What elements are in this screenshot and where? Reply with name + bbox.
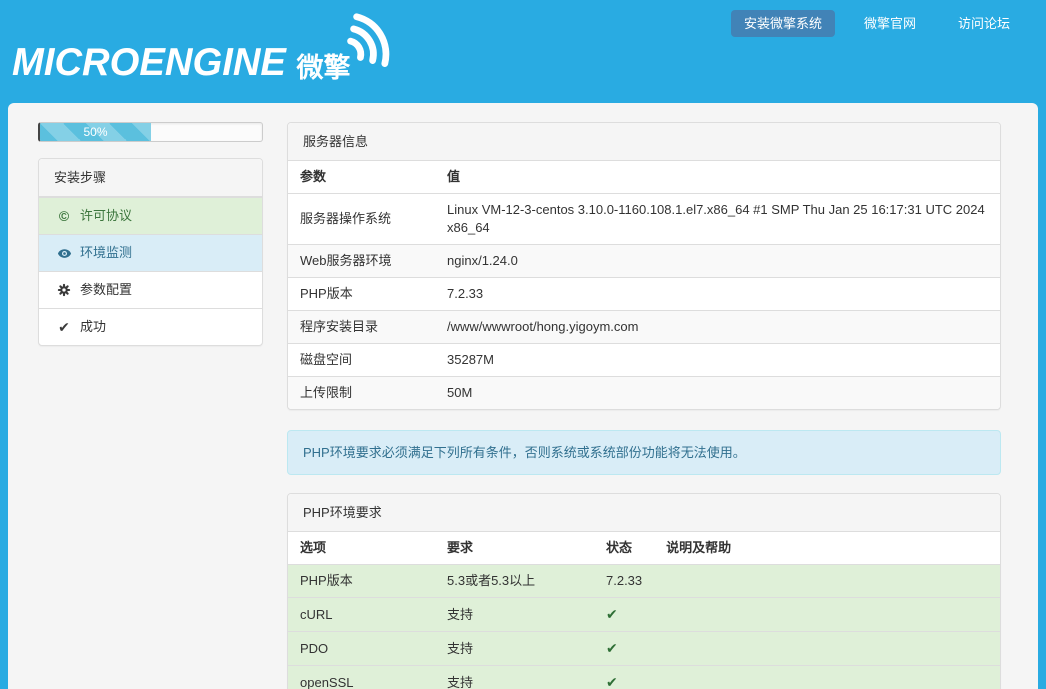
cell-option: cURL — [288, 598, 435, 632]
cell-help — [654, 632, 1000, 666]
sidebar-item-environment-check[interactable]: 环境监测 — [39, 234, 262, 271]
server-info-panel: 服务器信息 参数 值 服务器操作系统 Linux VM-12-3-centos … — [287, 122, 1001, 410]
col-param: 参数 — [288, 161, 435, 194]
cell-param: 上传限制 — [288, 377, 435, 410]
server-info-table: 参数 值 服务器操作系统 Linux VM-12-3-centos 3.10.0… — [288, 161, 1000, 409]
nav-official-site[interactable]: 微擎官网 — [851, 10, 929, 37]
content-card: 50% 安装步骤 © 许可协议 环境监测 — [8, 103, 1038, 689]
nav-forum[interactable]: 访问论坛 — [945, 10, 1023, 37]
cell-status: ✔ — [594, 598, 654, 632]
php-requirements-panel: PHP环境要求 选项 要求 状态 说明及帮助 PHP版本 5.3或者5.3以上 — [287, 493, 1001, 689]
server-info-title: 服务器信息 — [288, 123, 1000, 161]
cell-help — [654, 565, 1000, 598]
cell-status: ✔ — [594, 632, 654, 666]
progress-fill: 50% — [40, 123, 151, 141]
col-requirement: 要求 — [435, 532, 594, 565]
sidebar-item-success[interactable]: ✔ 成功 — [39, 308, 262, 345]
cell-value: Linux VM-12-3-centos 3.10.0-1160.108.1.e… — [435, 194, 1000, 245]
cell-value: /www/wwwroot/hong.yigoym.com — [435, 311, 1000, 344]
table-row: openSSL 支持 ✔ — [288, 666, 1000, 689]
cell-option: openSSL — [288, 666, 435, 689]
gear-icon — [54, 283, 74, 297]
table-row: 程序安装目录 /www/wwwroot/hong.yigoym.com — [288, 311, 1000, 344]
cell-help — [654, 666, 1000, 689]
sidebar-item-parameter-config[interactable]: 参数配置 — [39, 271, 262, 308]
sidebar-item-license[interactable]: © 许可协议 — [39, 197, 262, 234]
php-requirements-title: PHP环境要求 — [288, 494, 1000, 532]
install-steps-panel: 安装步骤 © 许可协议 环境监测 — [38, 158, 263, 346]
table-row: 服务器操作系统 Linux VM-12-3-centos 3.10.0-1160… — [288, 194, 1000, 245]
table-row: Web服务器环境 nginx/1.24.0 — [288, 245, 1000, 278]
nav-install-system[interactable]: 安装微擎系统 — [731, 10, 835, 37]
steps-panel-title: 安装步骤 — [39, 159, 262, 197]
wifi-signal-icon — [349, 22, 401, 82]
step-label: 环境监测 — [80, 243, 132, 263]
table-row: cURL 支持 ✔ — [288, 598, 1000, 632]
cell-requirement: 支持 — [435, 666, 594, 689]
cell-help — [654, 598, 1000, 632]
check-icon: ✔ — [54, 317, 74, 337]
col-option: 选项 — [288, 532, 435, 565]
logo-text: MICROENGINE — [12, 43, 286, 82]
table-row: 上传限制 50M — [288, 377, 1000, 410]
cell-value: nginx/1.24.0 — [435, 245, 1000, 278]
col-status: 状态 — [594, 532, 654, 565]
cell-requirement: 5.3或者5.3以上 — [435, 565, 594, 598]
col-value: 值 — [435, 161, 1000, 194]
cell-option: PHP版本 — [288, 565, 435, 598]
php-requirements-table: 选项 要求 状态 说明及帮助 PHP版本 5.3或者5.3以上 7.2.33 c… — [288, 532, 1000, 689]
cell-param: Web服务器环境 — [288, 245, 435, 278]
install-progress-bar: 50% — [38, 122, 263, 142]
cell-param: PHP版本 — [288, 278, 435, 311]
table-row: 磁盘空间 35287M — [288, 344, 1000, 377]
main-content: 服务器信息 参数 值 服务器操作系统 Linux VM-12-3-centos … — [287, 122, 1001, 689]
step-label: 参数配置 — [80, 280, 132, 300]
cell-param: 服务器操作系统 — [288, 194, 435, 245]
cell-value: 50M — [435, 377, 1000, 410]
table-header-row: 选项 要求 状态 说明及帮助 — [288, 532, 1000, 565]
table-row: PHP版本 7.2.33 — [288, 278, 1000, 311]
eye-icon — [54, 246, 74, 261]
cell-option: PDO — [288, 632, 435, 666]
sidebar: 50% 安装步骤 © 许可协议 环境监测 — [38, 122, 263, 346]
table-row: PDO 支持 ✔ — [288, 632, 1000, 666]
page-header: MICROENGINE 微擎 安装微擎系统 微擎官网 访问论坛 — [0, 0, 1046, 103]
step-label: 成功 — [80, 317, 106, 337]
check-icon: ✔ — [606, 606, 618, 622]
top-navigation: 安装微擎系统 微擎官网 访问论坛 — [715, 10, 1023, 37]
copyright-icon: © — [54, 206, 74, 226]
table-header-row: 参数 值 — [288, 161, 1000, 194]
col-help: 说明及帮助 — [654, 532, 1000, 565]
php-requirements-alert: PHP环境要求必须满足下列所有条件，否则系统或系统部份功能将无法使用。 — [287, 430, 1001, 475]
cell-status: 7.2.33 — [594, 565, 654, 598]
cell-requirement: 支持 — [435, 598, 594, 632]
cell-requirement: 支持 — [435, 632, 594, 666]
cell-param: 磁盘空间 — [288, 344, 435, 377]
microengine-logo: MICROENGINE 微擎 — [12, 22, 401, 82]
table-row: PHP版本 5.3或者5.3以上 7.2.33 — [288, 565, 1000, 598]
step-label: 许可协议 — [80, 206, 132, 226]
check-icon: ✔ — [606, 640, 618, 656]
cell-value: 7.2.33 — [435, 278, 1000, 311]
cell-value: 35287M — [435, 344, 1000, 377]
check-icon: ✔ — [606, 674, 618, 689]
cell-param: 程序安装目录 — [288, 311, 435, 344]
cell-status: ✔ — [594, 666, 654, 689]
